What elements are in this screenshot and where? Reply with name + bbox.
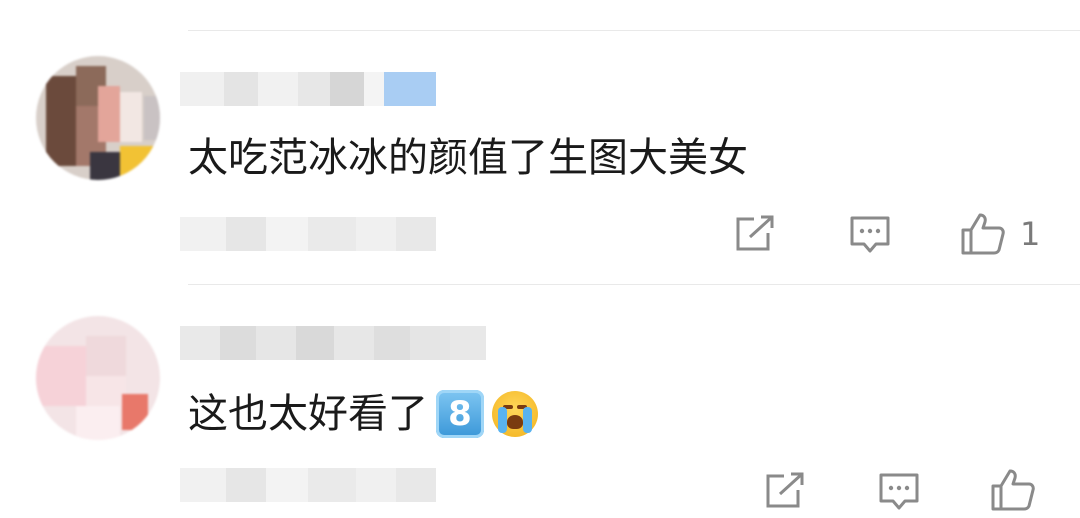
top-divider xyxy=(188,30,1080,31)
share-button[interactable] xyxy=(764,472,806,510)
share-icon xyxy=(766,472,804,508)
comment-meta-redacted xyxy=(180,217,436,251)
vip-badge xyxy=(384,72,436,106)
comment-meta-redacted xyxy=(180,468,436,502)
user-avatar[interactable] xyxy=(36,56,160,180)
thumbs-up-icon xyxy=(961,213,1005,255)
reply-icon xyxy=(879,473,919,510)
comment-text: 太吃范冰冰的颜值了生图大美女 xyxy=(188,130,748,186)
loudly-crying-face-icon xyxy=(492,391,538,437)
reply-button[interactable] xyxy=(878,472,920,512)
comment-text-content: 这也太好看了 xyxy=(188,391,428,437)
username-redacted[interactable] xyxy=(180,72,436,106)
username-redacted[interactable] xyxy=(180,326,486,360)
keycap-eight-emoji: 8 xyxy=(436,390,484,438)
like-button[interactable]: 1 xyxy=(960,212,1040,256)
reply-button[interactable] xyxy=(849,215,891,255)
share-button[interactable] xyxy=(734,215,776,253)
reply-icon xyxy=(850,216,890,253)
user-avatar[interactable] xyxy=(36,316,160,440)
comment-text-content: 太吃范冰冰的颜值了生图大美女 xyxy=(188,135,748,181)
like-count: 1 xyxy=(1020,215,1041,253)
share-icon xyxy=(736,215,774,251)
comment-divider xyxy=(188,284,1080,285)
comment-text: 这也太好看了 8 xyxy=(188,386,538,442)
like-button[interactable] xyxy=(990,468,1036,512)
thumbs-up-icon xyxy=(991,469,1035,511)
